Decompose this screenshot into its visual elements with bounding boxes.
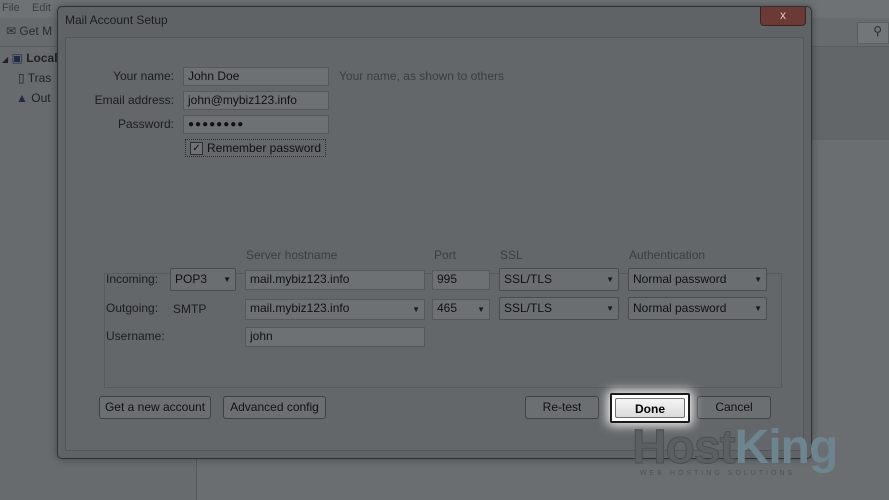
- outbox-icon: ▲: [16, 91, 28, 105]
- hostking-logo: HostKing: [632, 421, 839, 475]
- chevron-down-icon: ▼: [606, 275, 614, 284]
- outgoing-ssl-select[interactable]: SSL/TLS ▼: [499, 297, 619, 320]
- retest-button[interactable]: Re-test: [525, 396, 599, 419]
- email-label: Email address:: [94, 93, 174, 107]
- name-label: Your name:: [113, 69, 174, 83]
- chevron-down-icon: ▼: [754, 304, 762, 313]
- chevron-down-icon: ▼: [412, 305, 420, 314]
- folder-outbox[interactable]: ▲ Out: [16, 91, 51, 105]
- outgoing-port-combo[interactable]: 465 ▼: [432, 299, 490, 320]
- password-label: Password:: [117, 117, 174, 131]
- remember-password-row[interactable]: ✓ Remember password: [185, 139, 326, 157]
- username-input[interactable]: john: [245, 327, 425, 347]
- incoming-port-input[interactable]: 995: [432, 270, 490, 290]
- mail-account-setup-dialog: Mail Account Setup x Your name: John Doe…: [57, 6, 812, 459]
- expand-icon: ◢: [2, 55, 9, 64]
- incoming-auth-select[interactable]: Normal password ▼: [628, 268, 767, 291]
- search-icon: ⚲: [873, 24, 882, 38]
- email-input[interactable]: john@mybiz123.info: [183, 91, 329, 110]
- outgoing-protocol: SMTP: [173, 302, 207, 316]
- get-new-account-button[interactable]: Get a new account: [99, 396, 211, 419]
- username-label: Username:: [106, 329, 165, 343]
- incoming-protocol-select[interactable]: POP3 ▼: [170, 268, 236, 291]
- chevron-down-icon: ▼: [477, 305, 485, 314]
- name-hint: Your name, as shown to others: [339, 69, 504, 83]
- dialog-body: Your name: John Doe Your name, as shown …: [65, 37, 804, 451]
- done-button[interactable]: Done: [610, 393, 690, 423]
- computer-icon: ▣: [11, 51, 23, 65]
- header-authentication: Authentication: [629, 248, 706, 262]
- search-field[interactable]: ⚲: [857, 22, 889, 44]
- hostking-tagline: WEB HOSTING SOLUTIONS: [640, 470, 796, 477]
- password-input[interactable]: ●●●●●●●●: [183, 115, 329, 134]
- folder-local[interactable]: ◢ ▣ Local: [2, 51, 58, 65]
- get-mail-icon: ✉: [6, 24, 17, 38]
- close-icon: x: [780, 8, 786, 22]
- get-mail-button[interactable]: ✉ Get M: [6, 24, 52, 38]
- menu-edit[interactable]: Edit: [32, 2, 51, 14]
- chevron-down-icon: ▼: [606, 304, 614, 313]
- name-input[interactable]: John Doe: [183, 67, 329, 86]
- dialog-title: Mail Account Setup: [65, 13, 168, 27]
- header-port: Port: [434, 248, 457, 262]
- header-server-hostname: Server hostname: [246, 248, 338, 262]
- incoming-label: Incoming:: [106, 272, 159, 286]
- close-button[interactable]: x: [760, 7, 806, 26]
- menu-file[interactable]: File: [2, 2, 20, 14]
- chevron-down-icon: ▼: [754, 275, 762, 284]
- cancel-button[interactable]: Cancel: [697, 396, 771, 419]
- remember-password-checkbox[interactable]: ✓: [190, 142, 203, 155]
- outgoing-hostname-combo[interactable]: mail.mybiz123.info ▼: [245, 299, 425, 320]
- folder-trash[interactable]: ▯ Tras: [18, 71, 51, 85]
- advanced-config-button[interactable]: Advanced config: [223, 396, 326, 419]
- remember-password-label: Remember password: [207, 141, 322, 155]
- header-ssl: SSL: [500, 248, 523, 262]
- incoming-hostname-input[interactable]: mail.mybiz123.info: [245, 270, 425, 290]
- done-button-label: Done: [615, 398, 685, 418]
- trash-icon: ▯: [18, 71, 25, 85]
- chevron-down-icon: ▼: [223, 275, 231, 284]
- incoming-ssl-select[interactable]: SSL/TLS ▼: [499, 268, 619, 291]
- outgoing-label: Outgoing:: [106, 301, 159, 315]
- outgoing-auth-select[interactable]: Normal password ▼: [628, 297, 767, 320]
